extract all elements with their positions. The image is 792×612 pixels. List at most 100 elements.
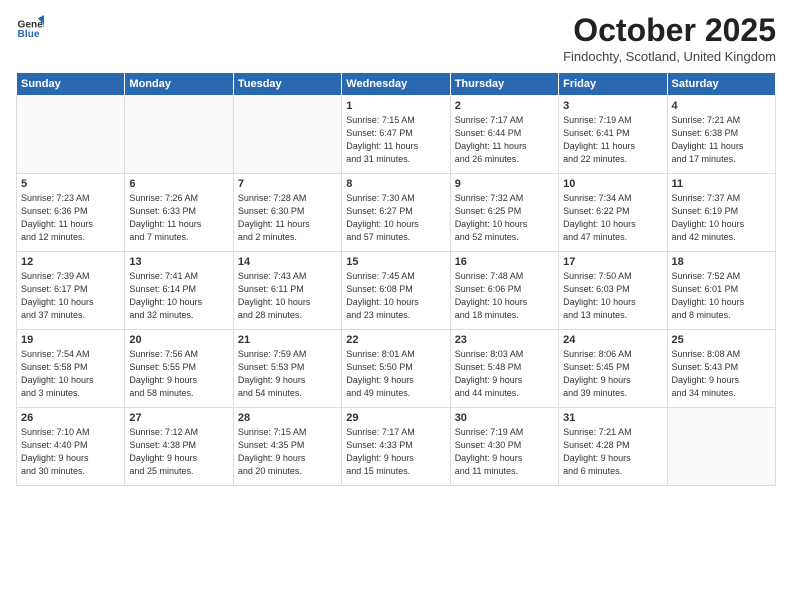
calendar-cell: 31 Sunrise: 7:21 AM Sunset: 4:28 PM Dayli… [559,408,667,486]
day-number: 5 [21,178,120,190]
calendar-cell: 6Sunrise: 7:26 AM Sunset: 6:33 PM Daylig… [125,174,233,252]
day-info: Sunrise: 7:34 AM Sunset: 6:22 PM Dayligh… [563,192,662,244]
header: General Blue October 2025 Findochty, Sco… [16,12,776,64]
week-row-3: 12 Sunrise: 7:39 AM Sunset: 6:17 PM Dayli… [17,252,776,330]
svg-text:Blue: Blue [18,29,40,40]
calendar-cell: 7Sunrise: 7:28 AM Sunset: 6:30 PM Daylig… [233,174,341,252]
day-info: Sunrise: 7:48 AM Sunset: 6:06 PM Dayligh… [455,270,554,322]
weekday-header-saturday: Saturday [667,73,775,96]
calendar-cell: 12 Sunrise: 7:39 AM Sunset: 6:17 PM Dayli… [17,252,125,330]
day-info: Sunrise: 8:06 AM Sunset: 5:45 PM Dayligh… [563,348,662,400]
day-info: Sunrise: 7:12 AM Sunset: 4:38 PM Dayligh… [129,426,228,478]
day-info: Sunrise: 7:30 AM Sunset: 6:27 PM Dayligh… [346,192,445,244]
calendar-cell: 26 Sunrise: 7:10 AM Sunset: 4:40 PM Dayli… [17,408,125,486]
calendar-cell: 24 Sunrise: 8:06 AM Sunset: 5:45 PM Dayli… [559,330,667,408]
day-number: 16 [455,256,554,268]
calendar-cell [667,408,775,486]
day-info: Sunrise: 7:28 AM Sunset: 6:30 PM Dayligh… [238,192,337,244]
day-info: Sunrise: 7:43 AM Sunset: 6:11 PM Dayligh… [238,270,337,322]
day-info: Sunrise: 7:37 AM Sunset: 6:19 PM Dayligh… [672,192,771,244]
calendar-cell [125,96,233,174]
weekday-header-tuesday: Tuesday [233,73,341,96]
calendar-cell: 20Sunrise: 7:56 AM Sunset: 5:55 PM Dayli… [125,330,233,408]
weekday-header-friday: Friday [559,73,667,96]
day-number: 13 [129,256,228,268]
day-info: Sunrise: 7:19 AM Sunset: 4:30 PM Dayligh… [455,426,554,478]
weekday-header-row: SundayMondayTuesdayWednesdayThursdayFrid… [17,73,776,96]
day-info: Sunrise: 7:41 AM Sunset: 6:14 PM Dayligh… [129,270,228,322]
day-number: 31 [563,412,662,424]
day-number: 1 [346,100,445,112]
day-number: 14 [238,256,337,268]
calendar-cell: 21 Sunrise: 7:59 AM Sunset: 5:53 PM Dayli… [233,330,341,408]
day-number: 8 [346,178,445,190]
week-row-2: 5 Sunrise: 7:23 AM Sunset: 6:36 PM Daylig… [17,174,776,252]
title-block: October 2025 Findochty, Scotland, United… [563,12,776,64]
calendar: SundayMondayTuesdayWednesdayThursdayFrid… [16,72,776,486]
weekday-header-wednesday: Wednesday [342,73,450,96]
day-number: 10 [563,178,662,190]
day-number: 9 [455,178,554,190]
calendar-cell: 5 Sunrise: 7:23 AM Sunset: 6:36 PM Daylig… [17,174,125,252]
day-number: 24 [563,334,662,346]
calendar-cell: 19Sunrise: 7:54 AM Sunset: 5:58 PM Dayli… [17,330,125,408]
day-info: Sunrise: 8:08 AM Sunset: 5:43 PM Dayligh… [672,348,771,400]
day-number: 25 [672,334,771,346]
calendar-cell: 14 Sunrise: 7:43 AM Sunset: 6:11 PM Dayli… [233,252,341,330]
day-number: 30 [455,412,554,424]
weekday-header-thursday: Thursday [450,73,558,96]
day-info: Sunrise: 7:21 AM Sunset: 4:28 PM Dayligh… [563,426,662,478]
calendar-cell: 15 Sunrise: 7:45 AM Sunset: 6:08 PM Dayli… [342,252,450,330]
day-number: 15 [346,256,445,268]
day-info: Sunrise: 7:45 AM Sunset: 6:08 PM Dayligh… [346,270,445,322]
calendar-cell: 2Sunrise: 7:17 AM Sunset: 6:44 PM Daylig… [450,96,558,174]
day-info: Sunrise: 8:03 AM Sunset: 5:48 PM Dayligh… [455,348,554,400]
calendar-cell: 17 Sunrise: 7:50 AM Sunset: 6:03 PM Dayli… [559,252,667,330]
weekday-header-sunday: Sunday [17,73,125,96]
calendar-cell: 1 Sunrise: 7:15 AM Sunset: 6:47 PM Daylig… [342,96,450,174]
day-number: 12 [21,256,120,268]
calendar-cell: 3 Sunrise: 7:19 AM Sunset: 6:41 PM Daylig… [559,96,667,174]
month-title: October 2025 [563,12,776,49]
day-number: 17 [563,256,662,268]
day-info: Sunrise: 7:52 AM Sunset: 6:01 PM Dayligh… [672,270,771,322]
logo-icon: General Blue [16,12,44,40]
day-number: 26 [21,412,120,424]
day-info: Sunrise: 7:15 AM Sunset: 4:35 PM Dayligh… [238,426,337,478]
day-number: 6 [129,178,228,190]
day-info: Sunrise: 7:17 AM Sunset: 6:44 PM Dayligh… [455,114,554,166]
calendar-cell: 29 Sunrise: 7:17 AM Sunset: 4:33 PM Dayli… [342,408,450,486]
week-row-5: 26 Sunrise: 7:10 AM Sunset: 4:40 PM Dayli… [17,408,776,486]
day-info: Sunrise: 7:21 AM Sunset: 6:38 PM Dayligh… [672,114,771,166]
calendar-cell: 22Sunrise: 8:01 AM Sunset: 5:50 PM Dayli… [342,330,450,408]
calendar-cell: 4Sunrise: 7:21 AM Sunset: 6:38 PM Daylig… [667,96,775,174]
calendar-cell: 28 Sunrise: 7:15 AM Sunset: 4:35 PM Dayli… [233,408,341,486]
day-info: Sunrise: 7:59 AM Sunset: 5:53 PM Dayligh… [238,348,337,400]
calendar-cell [17,96,125,174]
day-info: Sunrise: 7:19 AM Sunset: 6:41 PM Dayligh… [563,114,662,166]
day-info: Sunrise: 7:50 AM Sunset: 6:03 PM Dayligh… [563,270,662,322]
day-info: Sunrise: 7:15 AM Sunset: 6:47 PM Dayligh… [346,114,445,166]
day-number: 18 [672,256,771,268]
day-info: Sunrise: 7:32 AM Sunset: 6:25 PM Dayligh… [455,192,554,244]
day-number: 3 [563,100,662,112]
day-info: Sunrise: 7:17 AM Sunset: 4:33 PM Dayligh… [346,426,445,478]
calendar-cell [233,96,341,174]
calendar-cell: 18 Sunrise: 7:52 AM Sunset: 6:01 PM Dayli… [667,252,775,330]
day-number: 20 [129,334,228,346]
calendar-cell: 11Sunrise: 7:37 AM Sunset: 6:19 PM Dayli… [667,174,775,252]
calendar-cell: 25 Sunrise: 8:08 AM Sunset: 5:43 PM Dayli… [667,330,775,408]
day-number: 28 [238,412,337,424]
day-number: 19 [21,334,120,346]
day-info: Sunrise: 7:39 AM Sunset: 6:17 PM Dayligh… [21,270,120,322]
day-number: 29 [346,412,445,424]
calendar-cell: 16 Sunrise: 7:48 AM Sunset: 6:06 PM Dayli… [450,252,558,330]
weekday-header-monday: Monday [125,73,233,96]
day-info: Sunrise: 7:10 AM Sunset: 4:40 PM Dayligh… [21,426,120,478]
week-row-1: 1 Sunrise: 7:15 AM Sunset: 6:47 PM Daylig… [17,96,776,174]
day-number: 27 [129,412,228,424]
day-info: Sunrise: 7:23 AM Sunset: 6:36 PM Dayligh… [21,192,120,244]
day-number: 21 [238,334,337,346]
location: Findochty, Scotland, United Kingdom [563,49,776,64]
calendar-cell: 27 Sunrise: 7:12 AM Sunset: 4:38 PM Dayli… [125,408,233,486]
